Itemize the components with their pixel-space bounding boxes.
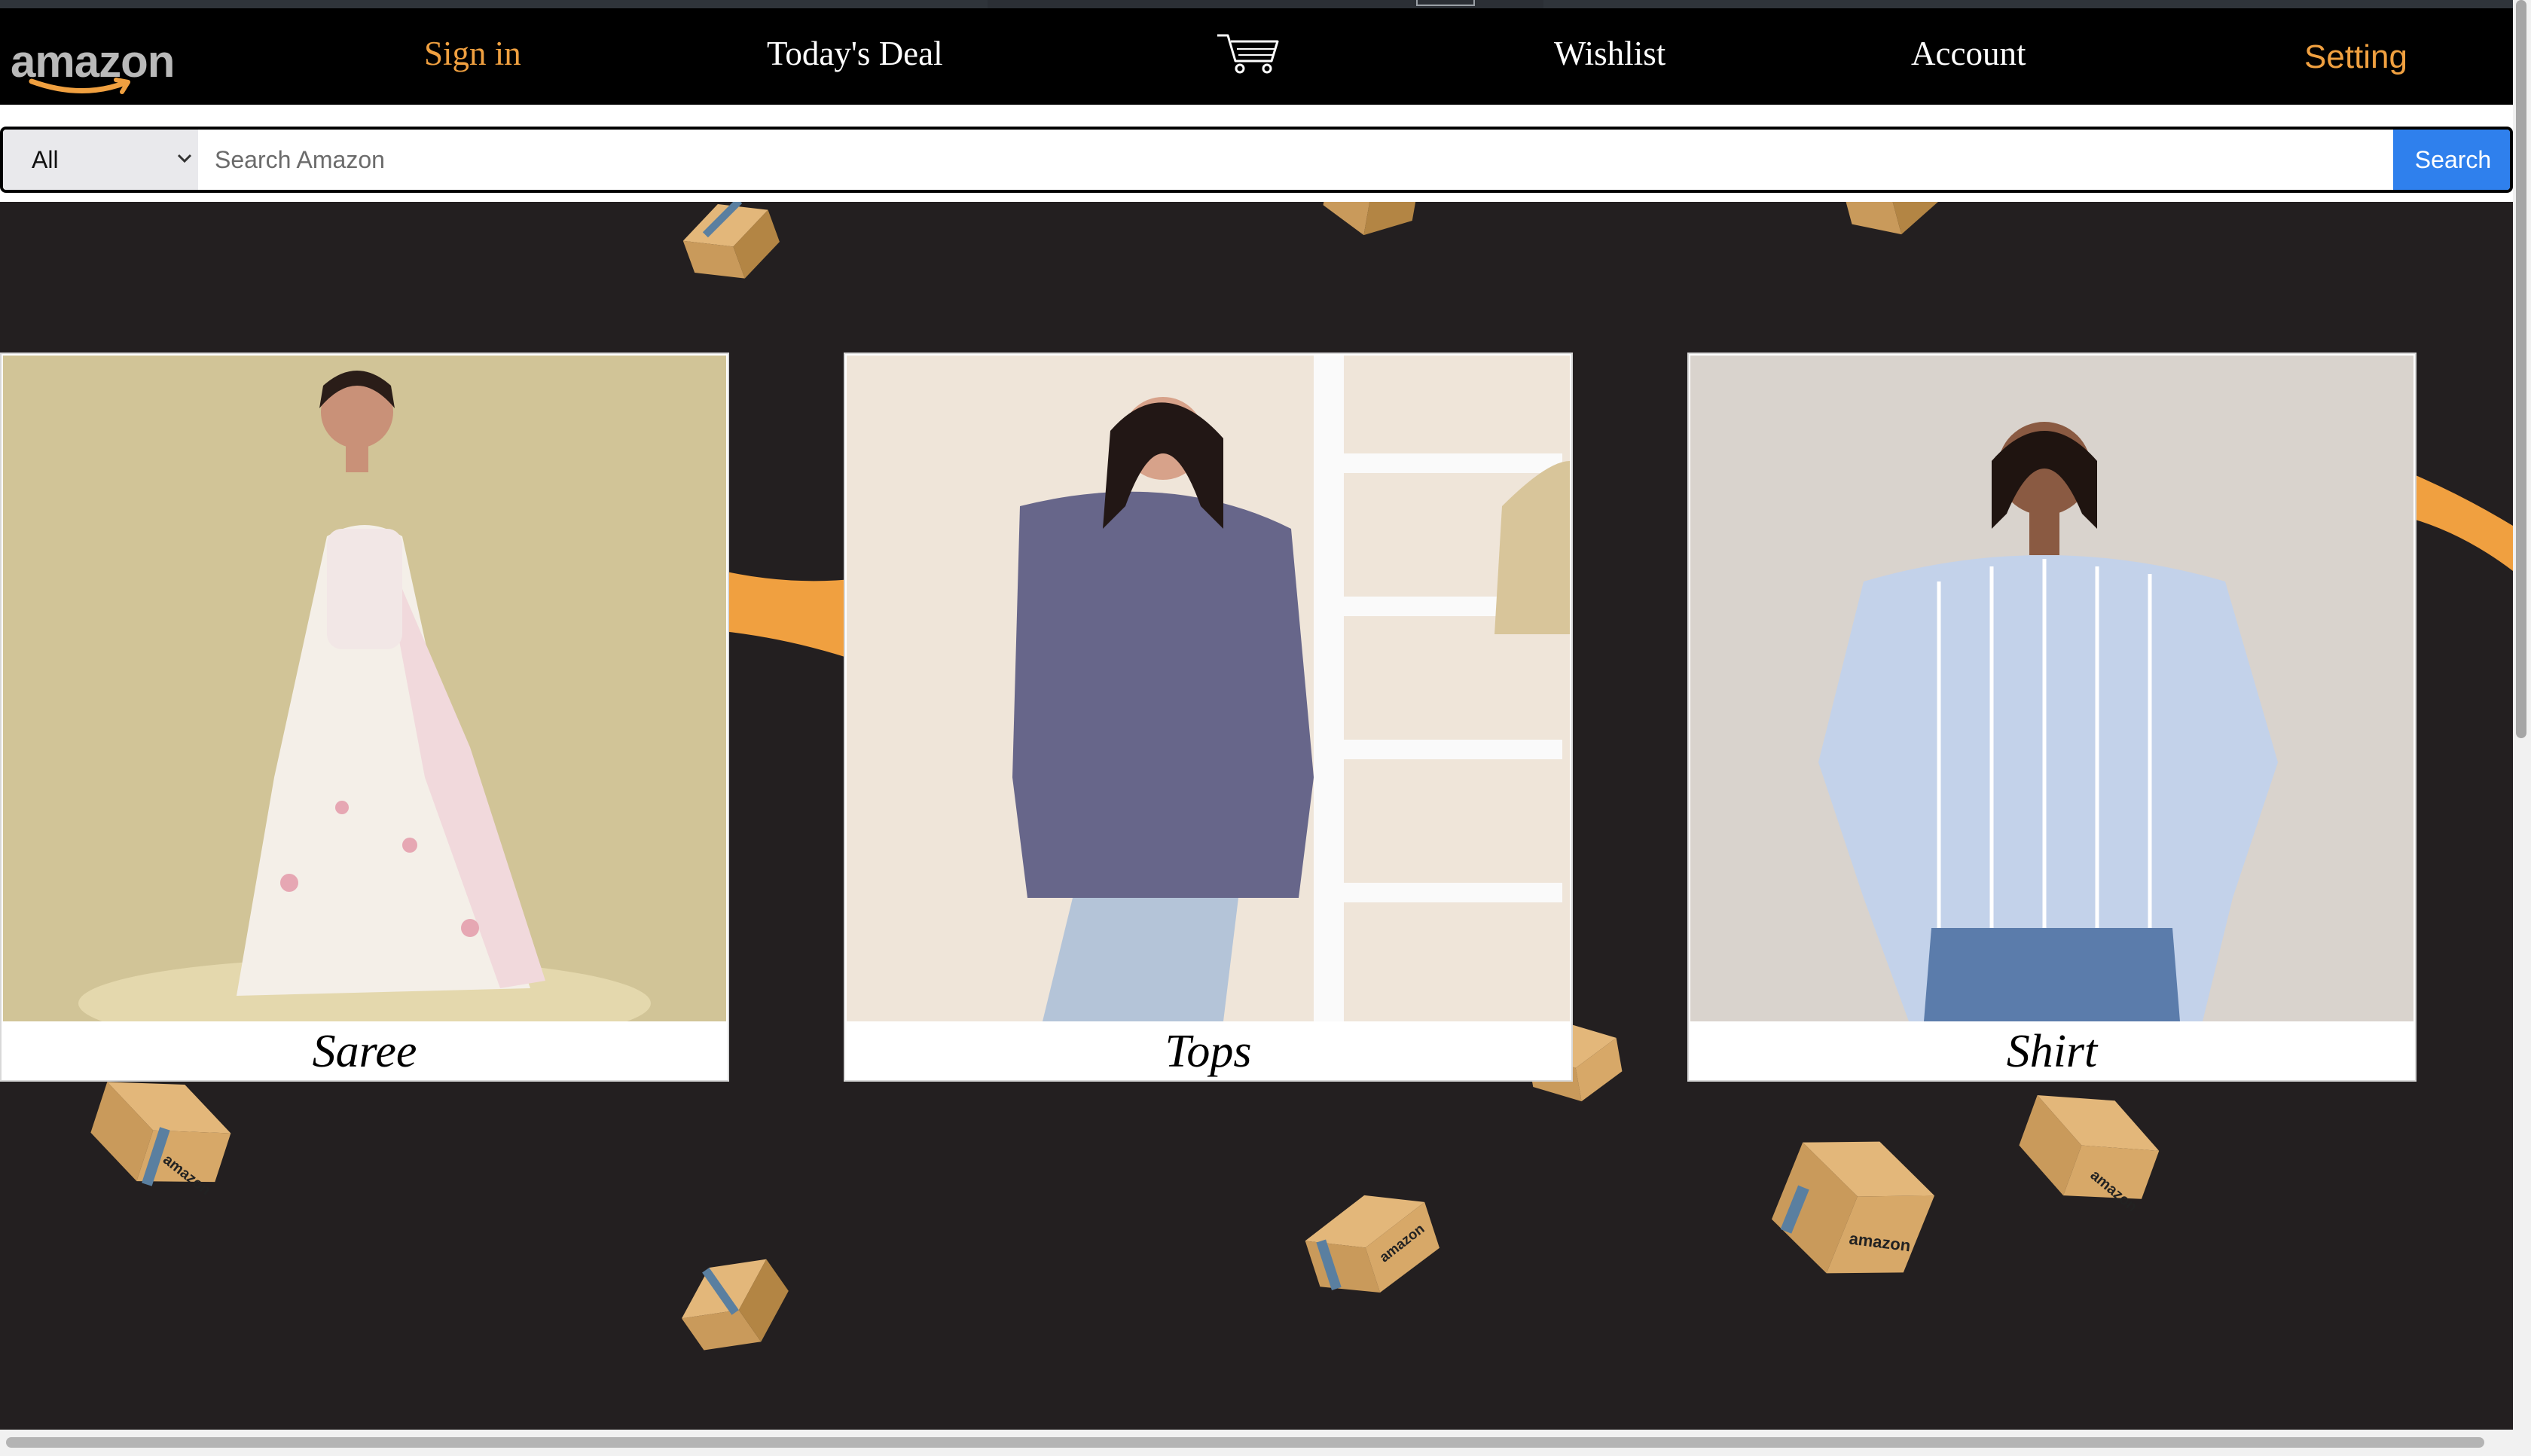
browser-tab-indicator [1416,0,1475,6]
hero-banner: amazon amazon amazon amazon Saree Tops S… [0,202,2513,1430]
amazon-box-icon: amazon [1744,1096,1962,1319]
nav-setting[interactable]: Setting [2304,38,2407,76]
shopping-cart-icon[interactable] [1214,31,1282,76]
orange-swoosh-decoration [723,571,859,661]
amazon-box-icon [1311,202,1431,248]
search-category-select[interactable]: All [3,130,198,190]
amazon-logo[interactable]: amazon [11,35,176,103]
category-card-saree[interactable]: Saree [0,353,729,1082]
page: amazon Sign in Today's Deal Wishlist Acc… [0,0,2531,1456]
nav-wishlist[interactable]: Wishlist [1554,34,1665,73]
vertical-scrollbar-thumb[interactable] [2516,0,2526,738]
chevron-down-icon [177,154,192,163]
category-label-shirt: Shirt [2006,1026,2098,1077]
search-button[interactable]: Search [2393,130,2510,190]
search-bar: All Search [0,127,2513,193]
amazon-box-icon: amazon [1987,1059,2187,1236]
amazon-box-icon [655,1226,823,1393]
logo-smile-icon [29,78,130,94]
vertical-scrollbar[interactable] [2513,0,2531,1456]
category-card-tops[interactable]: Tops [844,353,1573,1082]
tops-photo [847,356,1570,1021]
horizontal-scrollbar[interactable] [0,1430,2513,1456]
nav-sign-in[interactable]: Sign in [424,34,521,73]
category-label-tops: Tops [1165,1026,1252,1077]
nav-account[interactable]: Account [1911,34,2026,73]
nav-todays-deal[interactable]: Today's Deal [767,34,943,73]
category-card-shirt[interactable]: Shirt [1687,353,2417,1082]
shirt-photo [1690,356,2413,1021]
horizontal-scrollbar-thumb[interactable] [6,1437,2484,1448]
category-label-saree: Saree [312,1026,417,1077]
amazon-box-icon [1828,202,1953,252]
navbar: amazon Sign in Today's Deal Wishlist Acc… [0,8,2513,105]
orange-swoosh-decoration [2410,473,2513,571]
amazon-box-icon: amazon [1275,1159,1462,1323]
search-input[interactable] [198,130,2393,190]
saree-photo [3,356,726,1021]
search-category-value: All [32,146,59,173]
amazon-box-icon [666,202,796,300]
